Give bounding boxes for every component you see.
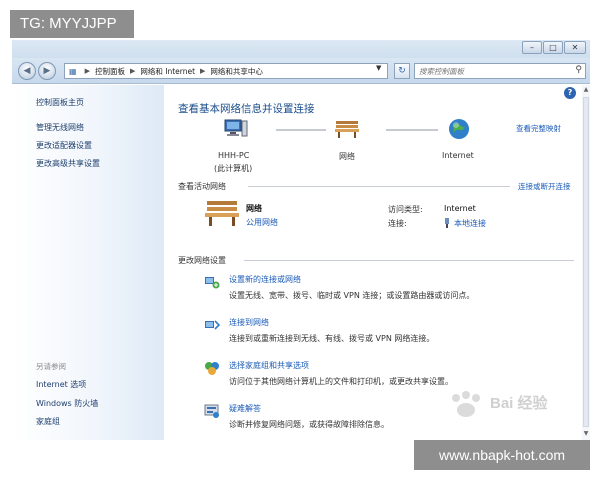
new-connection-icon bbox=[205, 277, 220, 289]
troubleshoot-icon bbox=[204, 404, 219, 418]
task-desc-new-connection: 设置无线、宽带、拨号、临时或 VPN 连接；或设置路由器或访问点。 bbox=[229, 291, 475, 300]
sidebar-link-adapter-settings[interactable]: 更改适配器设置 bbox=[36, 140, 92, 151]
main-content: ? 查看基本网络信息并设置连接 查看完整映射 HHH-PC (此计算机) 网络 … bbox=[164, 85, 590, 440]
address-bar[interactable]: ▦ ▶ 控制面板 ▶ 网络和 Internet ▶ 网络和共享中心 bbox=[64, 63, 388, 79]
bench-icon[interactable] bbox=[334, 119, 360, 139]
address-dropdown-icon[interactable]: ▼ bbox=[376, 64, 381, 72]
sidebar-link-windows-firewall[interactable]: Windows 防火墙 bbox=[36, 398, 98, 409]
globe-icon[interactable] bbox=[448, 118, 470, 140]
connection-plug-icon bbox=[445, 218, 449, 228]
homegroup-icon bbox=[205, 362, 219, 375]
task-desc-homegroup: 访问位于其他网络计算机上的文件和打印机，或更改共享设置。 bbox=[229, 377, 453, 386]
breadcrumb-separator-icon: ▶ bbox=[84, 67, 90, 75]
connections-label: 连接: bbox=[388, 219, 407, 228]
baidu-watermark-text: Bai 经验 bbox=[490, 395, 548, 412]
computer-sub-label: (此计算机) bbox=[214, 164, 253, 173]
internet-label: Internet bbox=[442, 151, 474, 160]
vertical-scrollbar[interactable]: ▲ ▼ bbox=[582, 85, 590, 440]
task-link-new-connection[interactable]: 设置新的连接或网络 bbox=[229, 274, 301, 285]
breadcrumb-sharing-center[interactable]: 网络和共享中心 bbox=[210, 66, 263, 77]
task-link-troubleshoot[interactable]: 疑难解答 bbox=[229, 403, 261, 414]
access-type-value: Internet bbox=[444, 204, 476, 213]
sidebar-link-advanced-sharing[interactable]: 更改高级共享设置 bbox=[36, 158, 100, 169]
refresh-button[interactable]: ↻ bbox=[394, 63, 410, 79]
task-desc-connect-network: 连接到或重新连接到无线、有线、拨号或 VPN 网络连接。 bbox=[229, 334, 435, 343]
computer-name-label: HHH-PC bbox=[218, 151, 250, 160]
network-bench-icon bbox=[205, 201, 239, 226]
sidebar-link-control-panel-home[interactable]: 控制面板主页 bbox=[36, 97, 84, 108]
breadcrumb-separator-icon: ▶ bbox=[129, 67, 136, 75]
back-button[interactable]: ◀ bbox=[18, 62, 36, 80]
search-icon[interactable]: ⚲ bbox=[575, 65, 582, 75]
network-label: 网络 bbox=[339, 152, 355, 161]
section-divider bbox=[244, 260, 574, 261]
breadcrumb-separator-icon: ▶ bbox=[200, 67, 206, 75]
window-controls: – □ ✕ bbox=[522, 41, 586, 54]
active-networks-heading: 查看活动网络 bbox=[178, 182, 226, 191]
forward-button[interactable]: ▶ bbox=[38, 62, 56, 80]
title-bar: – □ ✕ bbox=[12, 40, 590, 58]
sidebar-link-homegroup[interactable]: 家庭组 bbox=[36, 416, 60, 427]
task-link-homegroup[interactable]: 选择家庭组和共享选项 bbox=[229, 360, 309, 371]
tag-overlay: TG: MYYJJPP bbox=[10, 10, 134, 38]
close-button[interactable]: ✕ bbox=[564, 41, 586, 54]
sidebar: 控制面板主页 管理无线网络 更改适配器设置 更改高级共享设置 另请参阅 Inte… bbox=[12, 85, 164, 440]
see-also-heading: 另请参阅 bbox=[36, 362, 66, 371]
computer-icon[interactable] bbox=[224, 119, 248, 139]
local-connection-link[interactable]: 本地连接 bbox=[454, 218, 486, 229]
search-box: ⚲ bbox=[414, 63, 586, 79]
section-divider bbox=[248, 186, 510, 187]
baidu-paw-watermark-icon bbox=[452, 391, 480, 417]
change-settings-heading: 更改网络设置 bbox=[178, 256, 226, 265]
breadcrumb-control-panel[interactable]: 控制面板 bbox=[95, 66, 125, 77]
task-desc-troubleshoot: 诊断并修复网络问题，或获得故障排除信息。 bbox=[229, 420, 389, 429]
search-input[interactable] bbox=[415, 64, 565, 78]
minimize-button[interactable]: – bbox=[522, 41, 542, 54]
control-panel-window: – □ ✕ ◀ ▶ ▦ ▶ 控制面板 ▶ 网络和 Internet ▶ 网络和共… bbox=[12, 40, 590, 440]
navigation-bar: ◀ ▶ ▦ ▶ 控制面板 ▶ 网络和 Internet ▶ 网络和共享中心 ▼ … bbox=[12, 58, 590, 84]
computer-network-line bbox=[276, 129, 326, 131]
access-type-label: 访问类型: bbox=[388, 205, 423, 214]
network-internet-line bbox=[386, 129, 438, 131]
url-overlay: www.nbapk-hot.com bbox=[414, 440, 590, 470]
network-name: 网络 bbox=[246, 204, 262, 213]
task-link-connect-network[interactable]: 连接到网络 bbox=[229, 317, 269, 328]
scroll-up-icon[interactable]: ▲ bbox=[582, 86, 590, 93]
scroll-thumb[interactable] bbox=[583, 97, 589, 427]
full-map-link[interactable]: 查看完整映射 bbox=[516, 123, 561, 134]
help-icon[interactable]: ? bbox=[564, 87, 576, 99]
sidebar-link-manage-wireless[interactable]: 管理无线网络 bbox=[36, 122, 84, 133]
connect-disconnect-link[interactable]: 连接或断开连接 bbox=[518, 181, 571, 192]
sidebar-link-internet-options[interactable]: Internet 选项 bbox=[36, 379, 86, 390]
page-title: 查看基本网络信息并设置连接 bbox=[178, 103, 315, 115]
maximize-button[interactable]: □ bbox=[543, 41, 563, 54]
breadcrumb-network-internet[interactable]: 网络和 Internet bbox=[140, 66, 195, 77]
control-panel-icon: ▦ bbox=[69, 66, 77, 76]
connect-network-icon bbox=[205, 320, 220, 330]
network-type-link[interactable]: 公用网络 bbox=[246, 217, 278, 228]
scroll-down-icon[interactable]: ▼ bbox=[582, 430, 590, 437]
